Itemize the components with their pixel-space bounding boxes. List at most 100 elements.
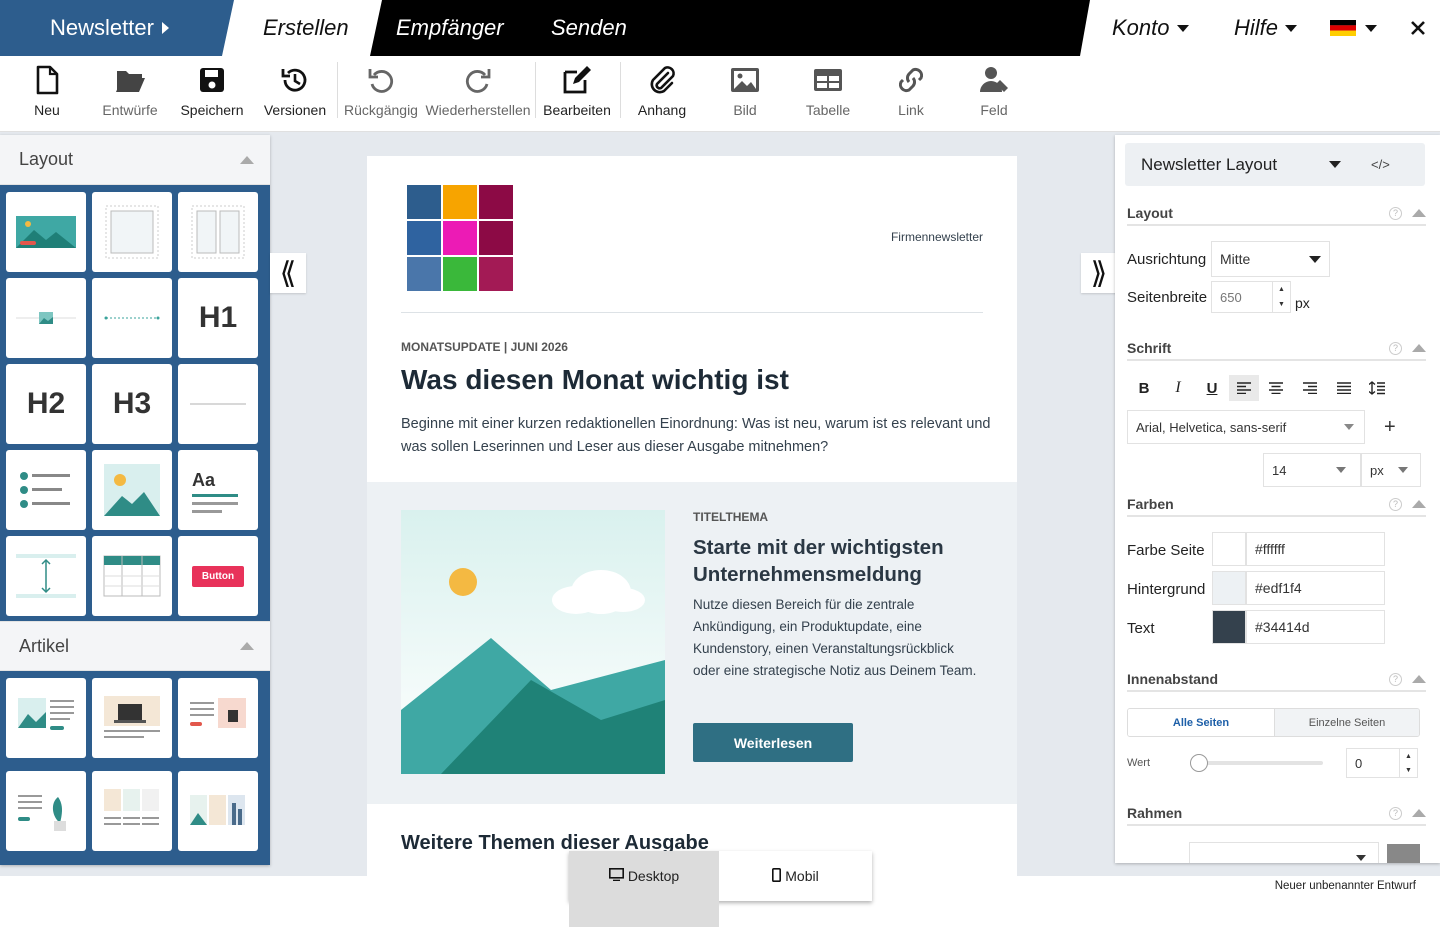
font-family-select[interactable]: Arial, Helvetica, sans-serif	[1127, 410, 1365, 444]
padding-value-input[interactable]: 0 ▲ ▼	[1346, 748, 1418, 778]
block-button[interactable]: Button	[178, 536, 258, 616]
underline-icon[interactable]: U	[1195, 380, 1229, 397]
konto-menu[interactable]: Konto	[1112, 0, 1189, 56]
artikel-section-header[interactable]: Artikel	[0, 621, 270, 671]
article-image-right[interactable]	[178, 678, 258, 758]
brand-menu[interactable]: Newsletter	[50, 0, 169, 56]
padding-slider-track[interactable]	[1193, 761, 1323, 765]
tabelle-button[interactable]: Tabelle	[804, 56, 852, 132]
block-divider[interactable]	[178, 364, 258, 444]
bearbeiten-button[interactable]: Bearbeiten	[543, 56, 611, 132]
bold-icon[interactable]: B	[1127, 380, 1161, 397]
article-plant[interactable]	[6, 771, 86, 851]
border-style-select[interactable]	[1189, 842, 1379, 863]
company-logo[interactable]	[407, 185, 515, 291]
entwuerfe-button[interactable]: Entwürfe	[100, 56, 160, 132]
font-unit-select[interactable]: px	[1361, 453, 1421, 487]
align-left-icon[interactable]	[1229, 375, 1259, 401]
anhang-button[interactable]: Anhang	[638, 56, 686, 132]
versionen-button[interactable]: Versionen	[262, 56, 328, 132]
tab-erstellen[interactable]: Erstellen	[263, 0, 349, 56]
stepper-down-icon[interactable]: ▼	[1278, 301, 1285, 308]
wiederherstellen-label: Wiederherstellen	[425, 102, 531, 118]
newsletter-intro[interactable]: Beginne mit einer kurzen redaktionellen …	[401, 413, 991, 459]
wiederherstellen-button[interactable]: Wiederherstellen	[425, 56, 531, 132]
layout-section-header[interactable]: Layout	[0, 135, 270, 185]
help-icon[interactable]: ?	[1389, 672, 1402, 686]
block-hero-image[interactable]	[6, 192, 86, 272]
text-color-input[interactable]: #34414d	[1246, 610, 1385, 644]
code-view-icon[interactable]: </>	[1371, 157, 1390, 172]
align-justify-icon[interactable]	[1327, 382, 1361, 394]
font-size-select[interactable]: 14	[1263, 453, 1361, 487]
border-color-swatch[interactable]	[1387, 844, 1420, 863]
feature-image[interactable]	[401, 510, 665, 774]
layout-settings-header[interactable]: Layout ?	[1127, 202, 1426, 226]
block-two-column[interactable]	[178, 192, 258, 272]
einzelne-seiten-tab[interactable]: Einzelne Seiten	[1274, 709, 1419, 736]
block-h3[interactable]: H3	[92, 364, 172, 444]
block-h1[interactable]: H1	[178, 278, 258, 358]
weiterlesen-button[interactable]: Weiterlesen	[693, 723, 853, 762]
tab-empfaenger[interactable]: Empfänger	[396, 0, 504, 56]
feld-button[interactable]: Feld	[974, 56, 1014, 132]
farbe-seite-input[interactable]: #ffffff	[1246, 532, 1385, 566]
rueckgaengig-button[interactable]: Rückgängig	[344, 56, 418, 132]
farbe-seite-swatch[interactable]	[1212, 532, 1246, 566]
tab-senden[interactable]: Senden	[551, 0, 627, 56]
align-center-icon[interactable]	[1259, 382, 1293, 394]
block-vertical-spacer[interactable]	[6, 536, 86, 616]
hilfe-menu[interactable]: Hilfe	[1234, 0, 1298, 56]
article-three-images[interactable]	[92, 771, 172, 851]
seitenbreite-input[interactable]: 650 ▲ ▼	[1211, 281, 1291, 313]
block-image[interactable]	[92, 450, 172, 530]
ausrichtung-select[interactable]: Mitte	[1211, 241, 1330, 277]
neu-button[interactable]: Neu	[32, 56, 62, 132]
hintergrund-input[interactable]: #edf1f4	[1246, 571, 1385, 605]
help-icon[interactable]: ?	[1389, 806, 1402, 820]
block-checklist[interactable]	[6, 450, 86, 530]
align-right-icon[interactable]	[1293, 382, 1327, 394]
rahmen-settings-header[interactable]: Rahmen ?	[1127, 802, 1426, 826]
help-icon[interactable]: ?	[1389, 497, 1402, 511]
block-small-image[interactable]	[6, 278, 86, 358]
farben-settings-header[interactable]: Farben ?	[1127, 493, 1426, 517]
speichern-button[interactable]: Speichern	[180, 56, 244, 132]
desktop-view-button[interactable]: Desktop	[569, 851, 719, 927]
link-button[interactable]: Link	[892, 56, 930, 132]
italic-icon[interactable]: I	[1161, 379, 1195, 397]
stepper-up-icon[interactable]: ▲	[1405, 753, 1412, 760]
article-laptop[interactable]	[92, 678, 172, 758]
number-stepper[interactable]: ▲ ▼	[1399, 749, 1417, 777]
alle-seiten-tab[interactable]: Alle Seiten	[1128, 709, 1274, 736]
number-stepper[interactable]: ▲ ▼	[1272, 282, 1290, 312]
settings-target-select[interactable]: Newsletter Layout </>	[1125, 143, 1425, 186]
mobil-view-button[interactable]: Mobil	[719, 851, 872, 901]
hintergrund-swatch[interactable]	[1212, 571, 1246, 605]
language-menu[interactable]	[1330, 0, 1377, 56]
collapse-left-panel-button[interactable]: ⟪	[270, 253, 306, 293]
block-text[interactable]: Aa	[178, 450, 258, 530]
block-boxed-container[interactable]	[92, 192, 172, 272]
innenabstand-settings-header[interactable]: Innenabstand ?	[1127, 668, 1426, 692]
stepper-up-icon[interactable]: ▲	[1278, 286, 1285, 293]
text-color-swatch[interactable]	[1212, 610, 1246, 644]
article-image-left[interactable]	[6, 678, 86, 758]
add-font-icon[interactable]: +	[1384, 416, 1396, 439]
help-icon[interactable]: ?	[1389, 206, 1402, 220]
help-icon[interactable]: ?	[1389, 341, 1402, 355]
block-h2[interactable]: H2	[6, 364, 86, 444]
feature-text[interactable]: Nutze diesen Bereich für die zentrale An…	[693, 594, 983, 682]
schrift-settings-header[interactable]: Schrift ?	[1127, 337, 1426, 361]
bild-button[interactable]: Bild	[726, 56, 764, 132]
padding-slider-handle[interactable]	[1190, 754, 1208, 772]
block-spacer-line[interactable]	[92, 278, 172, 358]
block-table[interactable]	[92, 536, 172, 616]
line-height-icon[interactable]	[1361, 381, 1393, 395]
stepper-down-icon[interactable]: ▼	[1405, 767, 1412, 774]
newsletter-headline[interactable]: Was diesen Monat wichtig ist	[401, 364, 789, 396]
collapse-right-panel-button[interactable]: ⟫	[1081, 253, 1117, 293]
article-gallery[interactable]	[178, 771, 258, 851]
feature-title[interactable]: Starte mit der wichtigsten Unternehmensm…	[693, 534, 983, 588]
close-button[interactable]	[1410, 0, 1426, 56]
